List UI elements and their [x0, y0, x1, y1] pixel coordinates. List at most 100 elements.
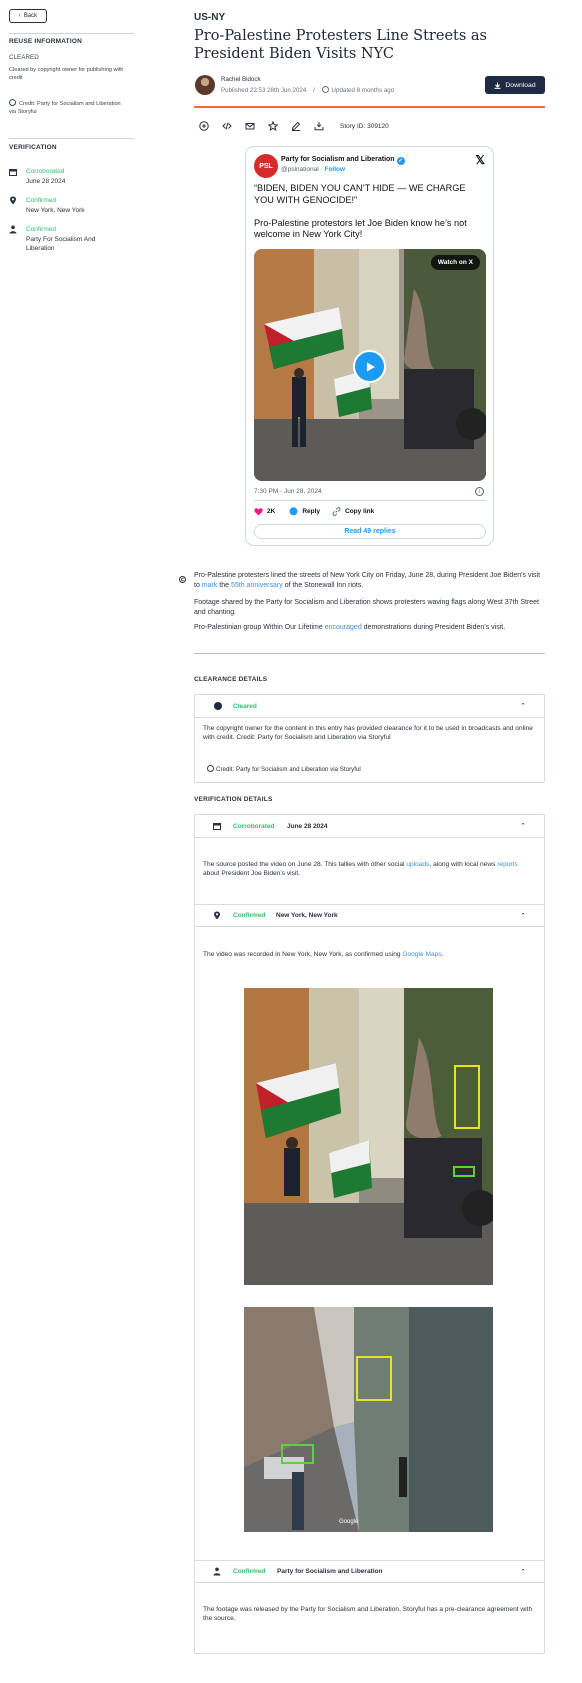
chevron-up-icon[interactable]: ⌃: [520, 1568, 526, 1576]
tweet-timestamp[interactable]: 7:30 PM · Jun 28, 2024: [254, 488, 322, 495]
cleared-badge-icon: [214, 702, 222, 710]
body-text: demonstrations during President Biden’s …: [361, 624, 506, 631]
chevron-up-icon[interactable]: ⌃: [520, 702, 526, 710]
body-text: .: [441, 951, 444, 958]
verif-date-header[interactable]: Corroborated June 28 2024 ⌃: [195, 815, 544, 838]
uploads-link[interactable]: uploads: [406, 861, 429, 868]
info-icon[interactable]: i: [475, 487, 484, 496]
edit-icon: [291, 121, 301, 131]
reply-button[interactable]: Reply: [289, 507, 320, 516]
body-text: The video was recorded in New York, New …: [203, 951, 403, 958]
copy-link-button[interactable]: Copy link: [332, 507, 374, 516]
mark-link[interactable]: mark: [202, 582, 218, 589]
highlight-box-green: [281, 1444, 314, 1464]
reuse-status: CLEARED: [9, 54, 39, 61]
clearance-text: The copyright owner for the content in t…: [203, 725, 533, 742]
watch-on-x-button[interactable]: Watch on X: [430, 255, 480, 270]
body-paragraph-3: Pro-Palestinian group Within Our Lifetim…: [194, 623, 545, 633]
verif-date-text: The source posted the video on June 28. …: [203, 860, 533, 879]
story-id: Story ID: 309120: [340, 122, 389, 130]
sidebar-credit-text: Credit: Party for Socialism and Liberati…: [9, 101, 121, 115]
download-button[interactable]: Download: [485, 76, 545, 94]
verif-location-header[interactable]: Confirmed New York, New York ⌃: [195, 904, 544, 927]
sidebar-credit: Credit: Party for Socialism and Liberati…: [9, 99, 127, 116]
tweet-author[interactable]: Party for Socialism and Liberation ✓: [281, 156, 405, 165]
person-icon: [213, 1567, 221, 1576]
copyright-icon: [9, 99, 16, 106]
verif-source-header[interactable]: Confirmed Party for Socialism and Libera…: [195, 1560, 544, 1583]
verif-location-status: Confirmed: [233, 912, 266, 919]
encouraged-link[interactable]: encouraged: [325, 624, 362, 631]
author-name[interactable]: Rachel Bidock: [221, 76, 261, 83]
read-replies-button[interactable]: Read 49 replies: [254, 524, 486, 539]
sidebar-verif-value: June 28 2024: [26, 178, 66, 185]
reply-bubble-icon: [289, 507, 298, 516]
story-region: US-NY: [194, 12, 226, 23]
back-label: Back: [23, 13, 38, 19]
follow-link[interactable]: Follow: [324, 166, 345, 173]
tweet-actions: 2K Reply Copy link: [254, 507, 374, 516]
edit-button[interactable]: [290, 120, 302, 132]
verification-heading: VERIFICATION: [9, 144, 57, 151]
sidebar-verif-value: Party For Socialism And Liberation: [26, 236, 96, 252]
tweet-video[interactable]: Watch on X: [254, 249, 486, 481]
highlight-box-green: [453, 1166, 475, 1177]
separator: /: [313, 87, 315, 94]
clearance-panel: Cleared ⌃ The copyright owner for the co…: [194, 694, 545, 783]
video-frame-image: [244, 988, 493, 1285]
reply-label: Reply: [302, 508, 321, 515]
verif-source-status: Confirmed: [233, 1568, 266, 1575]
tweet-avatar[interactable]: PSL: [254, 154, 278, 178]
chevron-up-icon[interactable]: ⌃: [520, 912, 526, 920]
separator: ·: [320, 166, 323, 173]
clearance-credit: Credit: Party for Socialism and Liberati…: [207, 765, 361, 774]
clock-icon: [321, 86, 329, 93]
envelope-icon: [245, 123, 255, 130]
sidebar-verif-value: New York, New York: [26, 207, 85, 214]
google-maps-link[interactable]: Google Maps: [402, 951, 441, 958]
calendar-icon: [9, 169, 17, 176]
story-toolbar: Story ID: 309120: [198, 120, 389, 132]
clearance-panel-header[interactable]: Cleared ⌃: [195, 695, 544, 718]
download-icon: [494, 82, 501, 89]
highlight-box-yellow: [356, 1356, 392, 1401]
tweet-handle-line: @pslnational · Follow: [281, 166, 345, 173]
sidebar-verif-label: Confirmed: [26, 197, 56, 204]
chevron-left-icon: ‹: [18, 13, 21, 19]
divider: [9, 33, 134, 34]
tweet-handle: @pslnational: [281, 166, 319, 173]
divider: [254, 500, 486, 501]
updated-date: Updated 8 months ago: [331, 87, 395, 94]
download-label: Download: [505, 81, 536, 89]
heart-icon: [254, 507, 263, 515]
header-divider: [194, 106, 545, 108]
divider: [194, 653, 545, 654]
back-button[interactable]: ‹ Back: [9, 9, 47, 23]
copyright-icon: [179, 576, 186, 583]
download-toolbar-button[interactable]: [313, 120, 325, 132]
play-icon: [366, 362, 375, 371]
plus-circle-icon: [199, 121, 209, 131]
verif-date-status: Corroborated: [233, 822, 275, 830]
play-button[interactable]: [353, 350, 386, 383]
body-paragraph-2: Footage shared by the Party for Socialis…: [194, 599, 539, 616]
chevron-up-icon[interactable]: ⌃: [520, 822, 526, 830]
like-button[interactable]: 2K: [254, 507, 276, 516]
street-view-graphic: [244, 1307, 493, 1532]
x-logo-icon[interactable]: 𝕏: [475, 153, 485, 167]
sidebar-verif-label: Corroborated: [26, 168, 65, 175]
reports-link[interactable]: reports: [497, 861, 518, 868]
code-icon: [222, 122, 232, 130]
clearance-heading: CLEARANCE DETAILS: [194, 676, 268, 683]
favorite-button[interactable]: [267, 120, 279, 132]
body-text: the: [217, 581, 231, 589]
location-pin-icon: [214, 911, 220, 920]
sidebar-verif-label: Confirmed: [26, 226, 56, 233]
add-to-collection-button[interactable]: [198, 120, 210, 132]
anniversary-link[interactable]: 55th anniversary: [231, 582, 283, 589]
like-count: 2K: [267, 508, 276, 515]
embed-button[interactable]: [221, 120, 233, 132]
clearance-credit-text: Credit: Party for Socialism and Liberati…: [216, 766, 361, 773]
map-attribution: Google: [339, 1519, 359, 1525]
email-button[interactable]: [244, 120, 256, 132]
